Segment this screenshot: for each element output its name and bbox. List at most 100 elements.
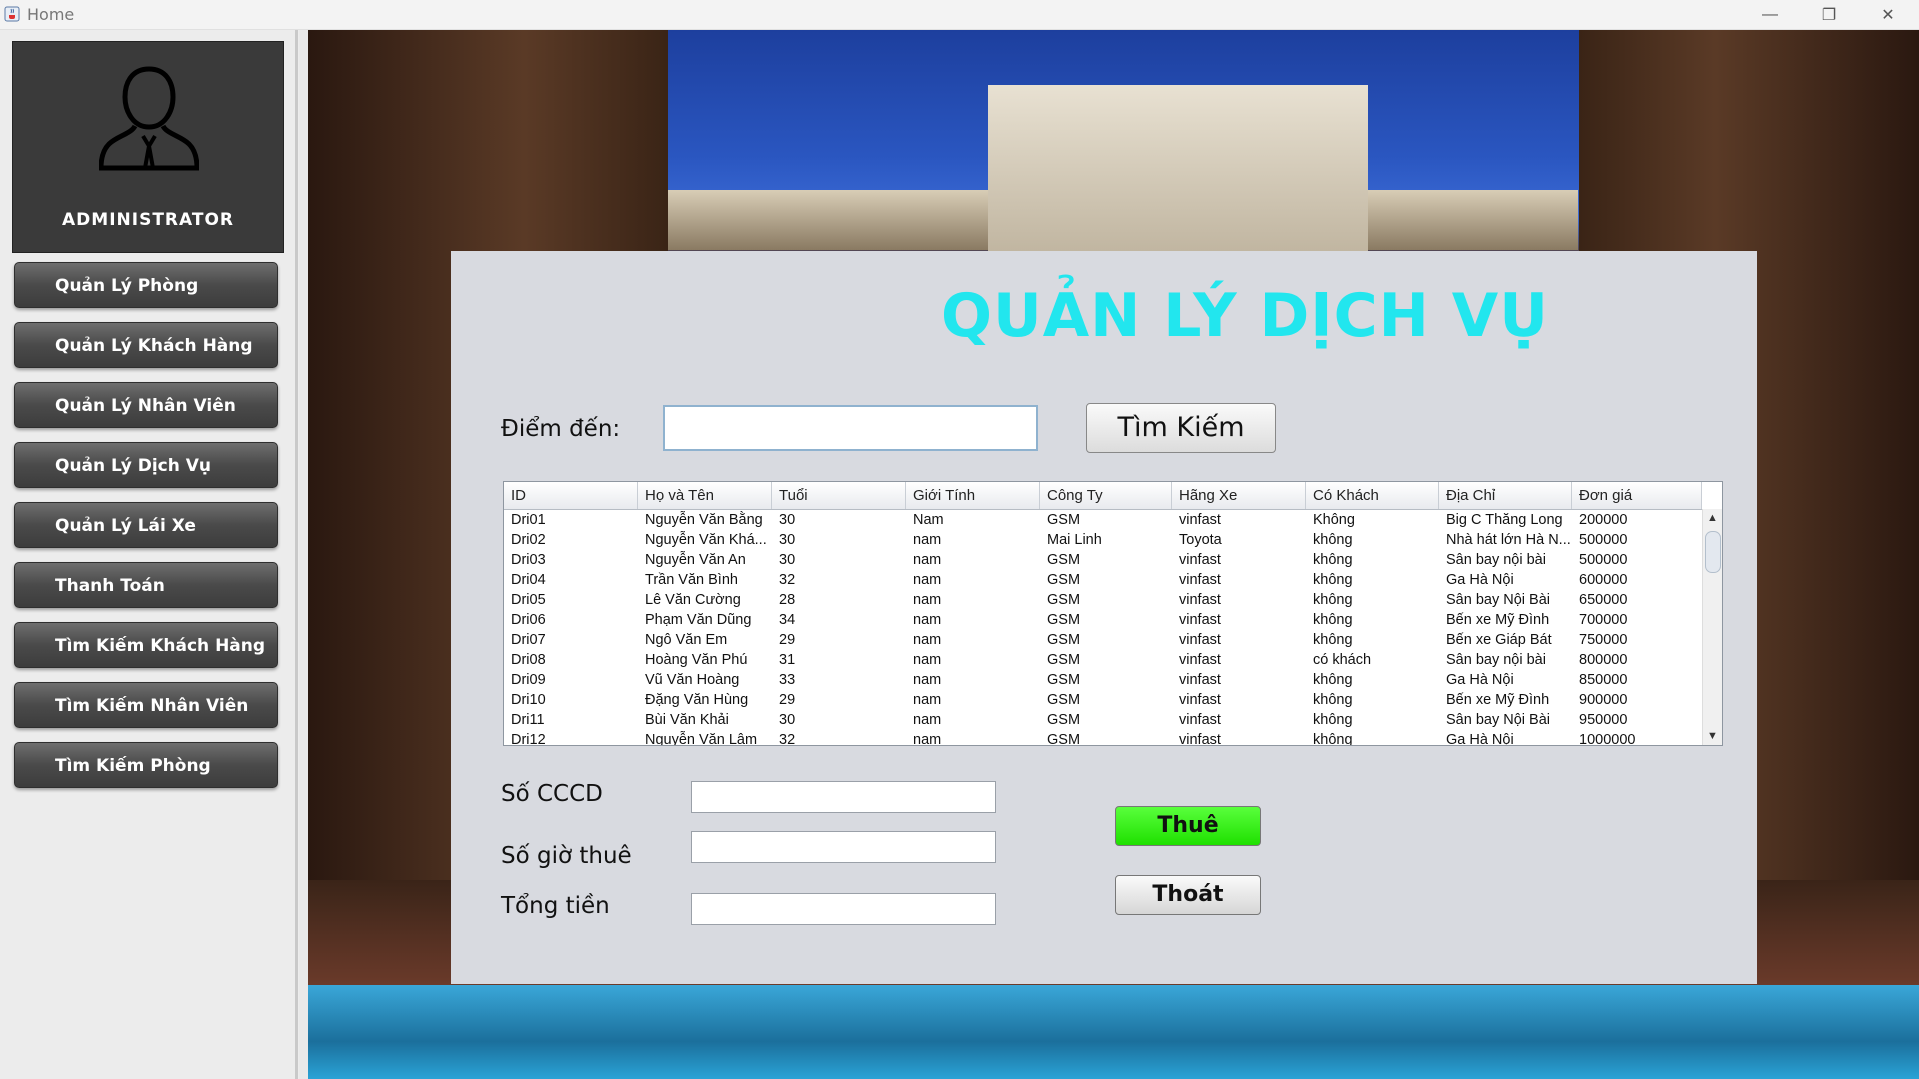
table-row[interactable]: Dri07 Ngô Văn Em 29 nam GSM vinfast không Bến x…: [504, 630, 1702, 650]
hours-input[interactable]: [691, 831, 996, 863]
table-scrollbar[interactable]: ▲ ▼: [1702, 509, 1722, 745]
table-row[interactable]: Dri02 Nguyễn Văn Khá... 30 nam Mai Linh Toyot…: [504, 530, 1702, 550]
table-cell: Ngô Văn Em: [645, 632, 728, 648]
nav-tim-kiem-nhan-vien[interactable]: Tìm Kiếm Nhân Viên: [14, 682, 278, 728]
table-cell: nam: [913, 652, 942, 668]
nav-tim-kiem-phong[interactable]: Tìm Kiếm Phòng: [14, 742, 278, 788]
table-cell: Sân bay nội bài: [1446, 652, 1546, 668]
table-cell: có khách: [1313, 652, 1372, 668]
column-header[interactable]: Đơn giá: [1572, 482, 1702, 509]
table-cell: 29: [779, 692, 796, 708]
table-cell: Nguyễn Văn Bằng: [645, 512, 763, 528]
cccd-label: Số CCCD: [501, 781, 603, 807]
column-header[interactable]: Công Ty: [1040, 482, 1172, 509]
table-row[interactable]: Dri12 Nguyễn Văn Lâm 32 nam GSM vinfast không G…: [504, 730, 1702, 746]
close-button[interactable]: ✕: [1865, 0, 1911, 29]
table-cell: Dri08: [511, 652, 546, 668]
table-cell: nam: [913, 572, 942, 588]
restore-button[interactable]: ❐: [1806, 0, 1852, 29]
table-cell: 500000: [1579, 552, 1628, 568]
table-cell: 600000: [1579, 572, 1628, 588]
nav-quan-ly-dich-vu[interactable]: Quản Lý Dịch Vụ: [14, 442, 278, 488]
table-cell: 34: [779, 612, 796, 628]
nav-thanh-toan[interactable]: Thanh Toán: [14, 562, 278, 608]
exit-button[interactable]: Thoát: [1115, 875, 1261, 915]
nav-quan-ly-lai-xe[interactable]: Quản Lý Lái Xe: [14, 502, 278, 548]
destination-input[interactable]: [663, 405, 1038, 451]
table-cell: GSM: [1047, 512, 1081, 528]
table-cell: 32: [779, 732, 796, 746]
table-cell: Toyota: [1179, 532, 1222, 548]
table-cell: không: [1313, 632, 1353, 648]
table-cell: Ga Hà Nội: [1446, 672, 1514, 688]
table-cell: vinfast: [1179, 692, 1221, 708]
table-cell: nam: [913, 612, 942, 628]
nav-quan-ly-khach-hang[interactable]: Quản Lý Khách Hàng: [14, 322, 278, 368]
table-cell: 1000000: [1579, 732, 1636, 746]
search-button[interactable]: Tìm Kiếm: [1086, 403, 1276, 453]
table-cell: 700000: [1579, 612, 1628, 628]
column-header[interactable]: Tuổi: [772, 482, 906, 509]
table-cell: nam: [913, 692, 942, 708]
table-cell: 650000: [1579, 592, 1628, 608]
table-cell: Big C Thăng Long: [1446, 512, 1563, 528]
destination-label: Điểm đến:: [501, 416, 621, 442]
table-cell: vinfast: [1179, 592, 1221, 608]
table-cell: Nguyễn Văn Lâm: [645, 732, 758, 746]
table-cell: không: [1313, 712, 1353, 728]
table-cell: GSM: [1047, 692, 1081, 708]
table-cell: 800000: [1579, 652, 1628, 668]
table-cell: Đặng Văn Hùng: [645, 692, 749, 708]
column-header[interactable]: Hãng Xe: [1172, 482, 1306, 509]
table-body: Dri01 Nguyễn Văn Bằng 30 Nam GSM vinfast Không…: [504, 510, 1702, 746]
table-row[interactable]: Dri03 Nguyễn Văn An 30 nam GSM vinfast không Sâ…: [504, 550, 1702, 570]
rent-button[interactable]: Thuê: [1115, 806, 1261, 846]
table-cell: GSM: [1047, 672, 1081, 688]
chevron-up-icon[interactable]: ▲: [1703, 509, 1722, 527]
table-cell: GSM: [1047, 712, 1081, 728]
table-row[interactable]: Dri04 Trần Văn Bình 32 nam GSM vinfast không Ga…: [504, 570, 1702, 590]
table-row[interactable]: Dri09 Vũ Văn Hoàng 33 nam GSM vinfast không Ga …: [504, 670, 1702, 690]
table-cell: GSM: [1047, 552, 1081, 568]
table-cell: GSM: [1047, 572, 1081, 588]
table-cell: Bến xe Mỹ Đình: [1446, 612, 1550, 628]
page-title: QUẢN LÝ DỊCH VỤ: [941, 281, 1549, 351]
service-management-panel: QUẢN LÝ DỊCH VỤ Điểm đến: Tìm Kiếm ID Họ …: [451, 251, 1757, 984]
table-cell: không: [1313, 692, 1353, 708]
nav-quan-ly-nhan-vien[interactable]: Quản Lý Nhân Viên: [14, 382, 278, 428]
chevron-down-icon[interactable]: ▼: [1703, 727, 1722, 745]
table-cell: Dri12: [511, 732, 546, 746]
column-header[interactable]: Họ và Tên: [638, 482, 772, 509]
cccd-input[interactable]: [691, 781, 996, 813]
table-cell: nam: [913, 532, 942, 548]
table-cell: vinfast: [1179, 632, 1221, 648]
nav-tim-kiem-khach-hang[interactable]: Tìm Kiếm Khách Hàng: [14, 622, 278, 668]
table-cell: Dri03: [511, 552, 546, 568]
table-cell: 200000: [1579, 512, 1628, 528]
table-row[interactable]: Dri08 Hoàng Văn Phú 31 nam GSM vinfast có khác…: [504, 650, 1702, 670]
minimize-button[interactable]: —: [1747, 0, 1793, 29]
table-cell: không: [1313, 672, 1353, 688]
nav-quan-ly-phong[interactable]: Quản Lý Phòng: [14, 262, 278, 308]
admin-panel: ADMINISTRATOR: [12, 41, 284, 253]
table-cell: Bùi Văn Khải: [645, 712, 729, 728]
table-row[interactable]: Dri11 Bùi Văn Khải 30 nam GSM vinfast không Sân…: [504, 710, 1702, 730]
table-cell: Nhà hát lớn Hà N...: [1446, 532, 1571, 548]
table-cell: nam: [913, 732, 942, 746]
table-row[interactable]: Dri06 Phạm Văn Dũng 34 nam GSM vinfast không Bế…: [504, 610, 1702, 630]
table-row[interactable]: Dri05 Lê Văn Cường 28 nam GSM vinfast không Sân…: [504, 590, 1702, 610]
column-header[interactable]: Địa Chỉ: [1439, 482, 1572, 509]
column-header[interactable]: Giới Tính: [906, 482, 1040, 509]
table-cell: vinfast: [1179, 572, 1221, 588]
admin-label: ADMINISTRATOR: [62, 210, 234, 230]
table-row[interactable]: Dri01 Nguyễn Văn Bằng 30 Nam GSM vinfast Không…: [504, 510, 1702, 530]
table-cell: 30: [779, 512, 796, 528]
column-header[interactable]: ID: [504, 482, 638, 509]
table-cell: 31: [779, 652, 796, 668]
scrollbar-thumb[interactable]: [1705, 531, 1721, 573]
total-input[interactable]: [691, 893, 996, 925]
table-row[interactable]: Dri10 Đặng Văn Hùng 29 nam GSM vinfast không Bế…: [504, 690, 1702, 710]
table-cell: nam: [913, 672, 942, 688]
table-cell: Dri04: [511, 572, 546, 588]
column-header[interactable]: Có Khách: [1306, 482, 1439, 509]
